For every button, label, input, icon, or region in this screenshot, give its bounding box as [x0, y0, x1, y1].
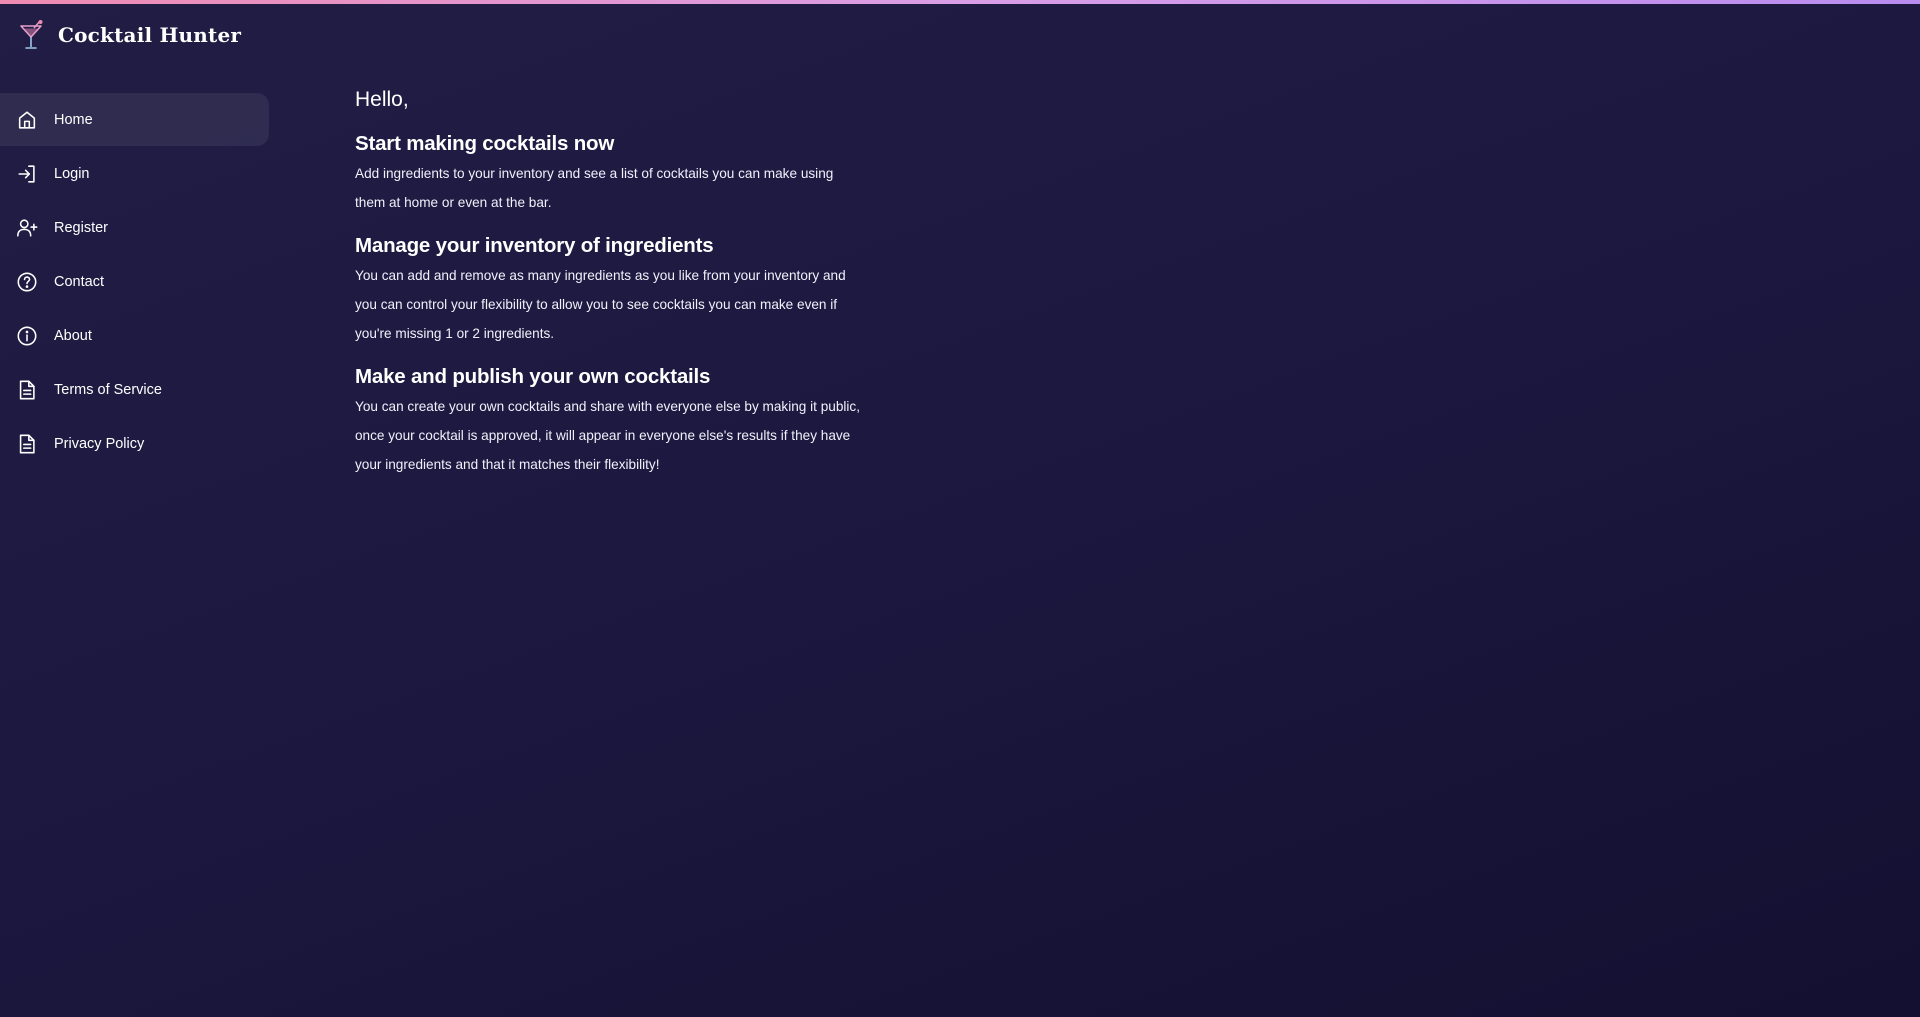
app-name: Cocktail Hunter: [58, 23, 242, 47]
section-title: Manage your inventory of ingredients: [355, 234, 714, 257]
feature-section: Start making cocktails now Add ingredien…: [355, 132, 865, 217]
sidebar-item-privacy[interactable]: Privacy Policy: [0, 417, 269, 470]
sidebar-item-register[interactable]: Register: [0, 201, 269, 254]
info-icon: [16, 325, 38, 347]
cocktail-glass-icon: [18, 19, 44, 51]
feature-section: Manage your inventory of ingredients You…: [355, 234, 865, 348]
sidebar-item-contact[interactable]: Contact: [0, 255, 269, 308]
brand[interactable]: Cocktail Hunter: [18, 18, 241, 52]
section-title: Make and publish your own cocktails: [355, 365, 711, 388]
sidebar: Home Login Register Contact About Terms …: [0, 93, 269, 471]
sidebar-item-label: Register: [54, 219, 108, 236]
sidebar-item-about[interactable]: About: [0, 309, 269, 362]
login-icon: [16, 163, 38, 185]
sidebar-item-label: Home: [54, 111, 93, 128]
section-title: Start making cocktails now: [355, 132, 615, 155]
sidebar-item-label: Login: [54, 165, 90, 182]
section-body: You can add and remove as many ingredien…: [355, 268, 846, 341]
document-icon: [16, 379, 38, 401]
section-body: Add ingredients to your inventory and se…: [355, 166, 834, 210]
add-user-icon: [16, 217, 38, 239]
sidebar-item-label: Contact: [54, 273, 104, 290]
sidebar-item-terms[interactable]: Terms of Service: [0, 363, 269, 416]
sidebar-item-label: Terms of Service: [54, 381, 162, 398]
sidebar-item-label: Privacy Policy: [54, 435, 145, 452]
sidebar-item-login[interactable]: Login: [0, 147, 269, 200]
greeting: Hello,: [355, 88, 409, 111]
section-body: You can create your own cocktails and sh…: [355, 399, 861, 472]
top-accent-bar: [0, 0, 1920, 4]
main-content: Hello, Start making cocktails now Add in…: [355, 88, 865, 496]
document-icon: [16, 433, 38, 455]
help-circle-icon: [16, 271, 38, 293]
sidebar-item-label: About: [54, 327, 92, 344]
feature-section: Make and publish your own cocktails You …: [355, 365, 865, 479]
home-icon: [16, 109, 38, 131]
sidebar-item-home[interactable]: Home: [0, 93, 269, 146]
